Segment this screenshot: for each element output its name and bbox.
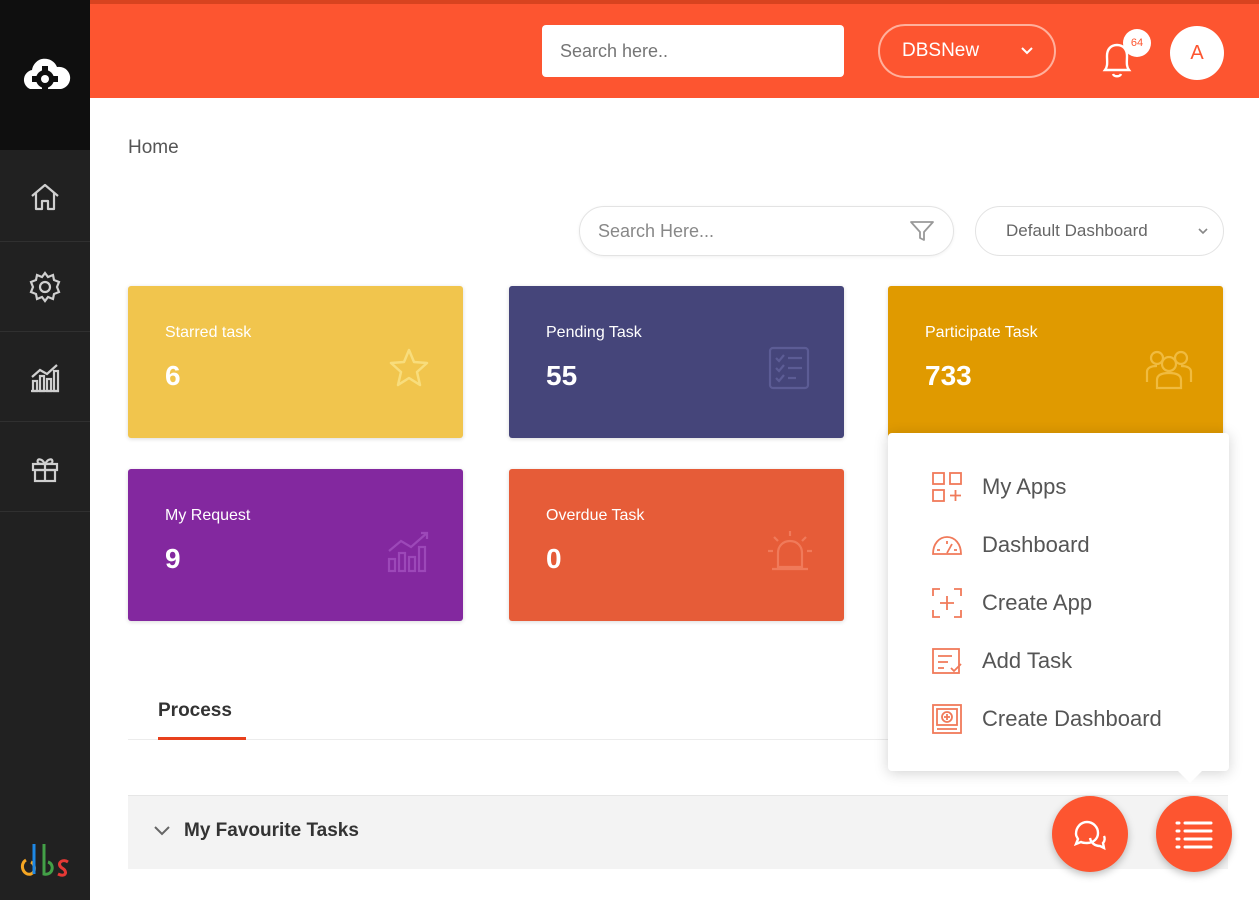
chat-icon: [1073, 820, 1106, 851]
card-title: Pending Task: [546, 324, 642, 341]
menu-item-create-app[interactable]: Create App: [930, 583, 1092, 623]
menu-item-label: My Apps: [982, 474, 1067, 499]
workspace-select[interactable]: DBSNew: [878, 24, 1056, 78]
global-search-input[interactable]: [542, 25, 844, 77]
sidebar-item-home[interactable]: [0, 152, 90, 242]
sidebar-item-reports[interactable]: [0, 332, 90, 422]
app-logo[interactable]: [0, 0, 90, 150]
card-title: Participate Task: [925, 324, 1038, 341]
menu-item-dashboard[interactable]: Dashboard: [930, 525, 1090, 565]
card-value: 6: [165, 360, 181, 391]
sidebar: [0, 0, 90, 900]
pending-task-card[interactable]: Pending Task 55: [509, 286, 844, 438]
sidebar-item-gifts[interactable]: [0, 422, 90, 512]
add-task-icon: [932, 648, 962, 674]
dashboard-search-input[interactable]: Search Here...: [579, 206, 954, 256]
filter-icon[interactable]: [909, 219, 935, 243]
menu-item-label: Add Task: [982, 648, 1073, 673]
apps-grid-icon: [932, 472, 962, 502]
create-dashboard-icon: [932, 704, 962, 734]
favourite-tasks-header[interactable]: My Favourite Tasks: [152, 820, 359, 842]
card-title: My Request: [165, 507, 251, 524]
dashboard-select-label: Default Dashboard: [1006, 221, 1148, 240]
card-value: 733: [925, 360, 972, 391]
breadcrumb[interactable]: Home: [128, 137, 179, 159]
people-icon: [1145, 350, 1193, 390]
my-request-card[interactable]: My Request 9: [128, 469, 463, 621]
active-tab-indicator: [158, 737, 246, 740]
speedometer-icon: [932, 536, 962, 555]
dashboard-search-placeholder: Search Here...: [598, 220, 715, 241]
growth-chart-icon: [387, 531, 429, 573]
chevron-down-icon: [1198, 228, 1208, 235]
chevron-down-icon: [1021, 47, 1033, 55]
card-value: 0: [546, 543, 562, 574]
menu-item-label: Dashboard: [982, 532, 1090, 557]
favourite-tasks-title: My Favourite Tasks: [184, 820, 359, 841]
starred-task-card[interactable]: Starred task 6: [128, 286, 463, 438]
chat-fab-button[interactable]: [1052, 796, 1128, 872]
top-bar: DBSNew 64 A: [90, 0, 1259, 98]
menu-item-create-dashboard[interactable]: Create Dashboard: [930, 699, 1162, 739]
list-menu-icon: [1175, 821, 1213, 849]
card-value: 55: [546, 360, 578, 391]
menu-item-my-apps[interactable]: My Apps: [930, 467, 1066, 507]
participate-task-card[interactable]: Participate Task 733: [888, 286, 1223, 438]
dashboard-select[interactable]: Default Dashboard: [975, 206, 1224, 256]
menu-item-add-task[interactable]: Add Task: [930, 641, 1072, 681]
card-title: Overdue Task: [546, 507, 645, 524]
checklist-icon: [768, 346, 810, 390]
home-icon: [31, 183, 59, 210]
dbs-brand-logo-icon: [20, 844, 69, 877]
star-icon: [389, 348, 429, 387]
gift-icon: [31, 457, 59, 482]
cloud-gear-logo-icon: [23, 58, 71, 92]
chevron-down-icon: [154, 826, 170, 836]
card-value: 9: [165, 543, 181, 574]
quick-actions-menu: My Apps Dashboard Create App Add Task Cr…: [888, 433, 1229, 783]
card-title: Starred task: [165, 324, 252, 341]
menu-item-label: Create Dashboard: [982, 706, 1162, 731]
alarm-icon: [768, 531, 812, 571]
chart-icon: [31, 363, 60, 392]
tab-process[interactable]: Process: [158, 700, 232, 722]
favourite-tasks-table: [128, 869, 1228, 900]
avatar[interactable]: A: [1170, 26, 1224, 80]
menu-item-label: Create App: [982, 590, 1093, 615]
notification-badge: 64: [1123, 29, 1151, 57]
overdue-task-card[interactable]: Overdue Task 0: [509, 469, 844, 621]
menu-fab-button[interactable]: [1156, 796, 1232, 872]
gear-icon: [29, 270, 61, 303]
sidebar-item-settings[interactable]: [0, 242, 90, 332]
workspace-label: DBSNew: [902, 40, 980, 61]
create-app-icon: [932, 588, 962, 618]
